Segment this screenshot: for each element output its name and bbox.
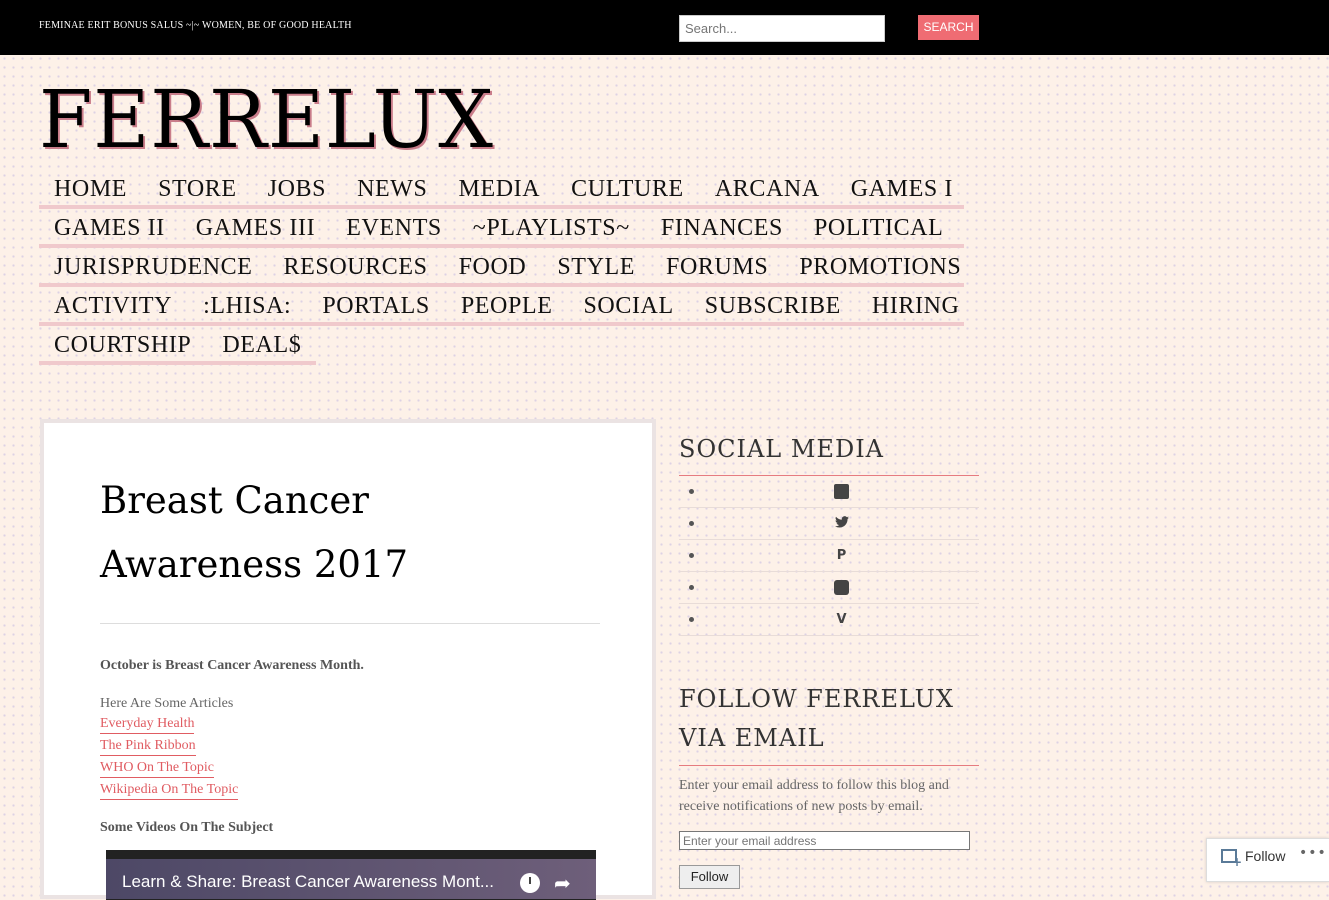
video-title-bar: Learn & Share: Breast Cancer Awareness M… xyxy=(106,859,596,899)
articles-heading: Here Are Some Articles xyxy=(100,696,234,711)
nav-item-store[interactable]: STORE xyxy=(158,170,237,208)
nav-item-arcana[interactable]: ARCANA xyxy=(715,170,820,208)
follow-button[interactable]: Follow xyxy=(679,865,740,889)
social-item-facebook: f xyxy=(679,476,979,508)
nav-item-media[interactable]: MEDIA xyxy=(459,170,541,208)
site-tagline: FEMINAE ERIT BONUS SALUS ~|~ WOMEN, BE O… xyxy=(39,20,352,31)
nav-item-social[interactable]: SOCIAL xyxy=(583,287,673,325)
nav-item-courtship[interactable]: COURTSHIP xyxy=(54,326,191,364)
social-item-pinterest: P xyxy=(679,540,979,572)
post-title-line: Awareness 2017 xyxy=(100,543,408,586)
social-item-vimeo: V xyxy=(679,604,979,636)
post-title[interactable]: Breast Cancer Awareness 2017 xyxy=(100,469,600,597)
follow-title-line: FOLLOW FERRELUX xyxy=(679,685,954,713)
follow-widget-title: FOLLOW FERRELUX VIA EMAIL xyxy=(679,680,979,766)
article-link-who[interactable]: WHO On The Topic xyxy=(100,758,214,778)
post-intro: October is Breast Cancer Awareness Month… xyxy=(100,658,364,673)
list-bullet xyxy=(689,553,694,558)
pinterest-icon[interactable]: P xyxy=(834,548,849,563)
social-item-twitter xyxy=(679,508,979,540)
post-body: October is Breast Cancer Awareness Month… xyxy=(100,655,600,836)
nav-row: JURISPRUDENCE RESOURCES FOOD STYLE FORUM… xyxy=(39,248,964,287)
main-navigation: HOME STORE JOBS NEWS MEDIA CULTURE ARCAN… xyxy=(39,170,964,365)
nav-item-deals[interactable]: DEAL$ xyxy=(222,326,301,364)
list-bullet xyxy=(689,617,694,622)
nav-item-hiring[interactable]: HIRING xyxy=(872,287,960,325)
nav-item-jurisprudence[interactable]: JURISPRUDENCE xyxy=(54,248,253,286)
nav-item-activity[interactable]: ACTIVITY xyxy=(54,287,172,325)
nav-item-games-3[interactable]: GAMES III xyxy=(196,209,315,247)
floating-follow-bar: Follow ••• xyxy=(1206,838,1329,882)
nav-item-news[interactable]: NEWS xyxy=(357,170,427,208)
nav-item-finances[interactable]: FINANCES xyxy=(661,209,783,247)
share-icon[interactable]: ➦ xyxy=(554,871,571,895)
article-list: Here Are Some Articles Everyday Health T… xyxy=(100,694,600,802)
post-divider xyxy=(100,623,600,624)
nav-item-events[interactable]: EVENTS xyxy=(346,209,442,247)
more-options-icon[interactable]: ••• xyxy=(1299,845,1327,861)
follow-reader-icon[interactable] xyxy=(1221,849,1242,869)
twitter-icon[interactable] xyxy=(834,516,849,531)
nav-item-playlists[interactable]: ~PLAYLISTS~ xyxy=(473,209,630,247)
social-media-widget: SOCIAL MEDIA f P ▶ V xyxy=(679,430,979,636)
article-link-everyday-health[interactable]: Everyday Health xyxy=(100,714,195,734)
nav-item-promotions[interactable]: PROMOTIONS xyxy=(799,248,961,286)
watch-later-icon[interactable] xyxy=(520,873,540,893)
article-link-pink-ribbon[interactable]: The Pink Ribbon xyxy=(100,736,196,756)
sidebar: SOCIAL MEDIA f P ▶ V FOLLOW FERRELUX VIA… xyxy=(679,430,979,889)
nav-item-games-2[interactable]: GAMES II xyxy=(54,209,165,247)
follow-description: Enter your email address to follow this … xyxy=(679,778,949,814)
video-title[interactable]: Learn & Share: Breast Cancer Awareness M… xyxy=(122,872,494,892)
video-embed[interactable]: Learn & Share: Breast Cancer Awareness M… xyxy=(106,850,596,900)
site-title[interactable]: FERRELUX xyxy=(39,80,494,160)
nav-item-style[interactable]: STYLE xyxy=(557,248,635,286)
post-card: Breast Cancer Awareness 2017 October is … xyxy=(40,419,656,900)
youtube-icon[interactable]: ▶ xyxy=(834,580,849,595)
floating-follow-button[interactable]: Follow xyxy=(1245,848,1285,864)
nav-item-portals[interactable]: PORTALS xyxy=(322,287,430,325)
videos-heading: Some Videos On The Subject xyxy=(100,820,274,835)
nav-item-culture[interactable]: CULTURE xyxy=(571,170,684,208)
nav-item-subscribe[interactable]: SUBSCRIBE xyxy=(705,287,841,325)
list-bullet xyxy=(689,585,694,590)
nav-item-games-1[interactable]: GAMES I xyxy=(851,170,953,208)
facebook-icon[interactable]: f xyxy=(834,484,849,499)
list-bullet xyxy=(689,521,694,526)
nav-item-lhisa[interactable]: :LHISA: xyxy=(203,287,291,325)
nav-item-forums[interactable]: FORUMS xyxy=(666,248,768,286)
vimeo-icon[interactable]: V xyxy=(834,612,849,627)
search-button[interactable]: SEARCH xyxy=(918,15,979,40)
nav-item-resources[interactable]: RESOURCES xyxy=(284,248,428,286)
nav-row: HOME STORE JOBS NEWS MEDIA CULTURE ARCAN… xyxy=(39,170,964,209)
nav-row: COURTSHIP DEAL$ xyxy=(39,326,316,365)
nav-item-jobs[interactable]: JOBS xyxy=(268,170,326,208)
post-title-line: Breast Cancer xyxy=(100,479,369,522)
follow-title-line: VIA EMAIL xyxy=(679,724,825,752)
search-input[interactable] xyxy=(679,15,885,42)
nav-item-people[interactable]: PEOPLE xyxy=(461,287,553,325)
follow-email-widget: FOLLOW FERRELUX VIA EMAIL Enter your ema… xyxy=(679,680,979,889)
social-media-title: SOCIAL MEDIA xyxy=(679,430,979,476)
top-bar: FEMINAE ERIT BONUS SALUS ~|~ WOMEN, BE O… xyxy=(0,0,1329,55)
nav-row: ACTIVITY :LHISA: PORTALS PEOPLE SOCIAL S… xyxy=(39,287,964,326)
nav-item-food[interactable]: FOOD xyxy=(459,248,527,286)
nav-item-home[interactable]: HOME xyxy=(54,170,127,208)
nav-item-political[interactable]: POLITICAL xyxy=(814,209,943,247)
social-item-youtube: ▶ xyxy=(679,572,979,604)
list-bullet xyxy=(689,489,694,494)
email-field[interactable] xyxy=(679,831,970,850)
article-link-wikipedia[interactable]: Wikipedia On The Topic xyxy=(100,780,239,800)
social-list: f P ▶ V xyxy=(679,476,979,636)
nav-row: GAMES II GAMES III EVENTS ~PLAYLISTS~ FI… xyxy=(39,209,964,248)
